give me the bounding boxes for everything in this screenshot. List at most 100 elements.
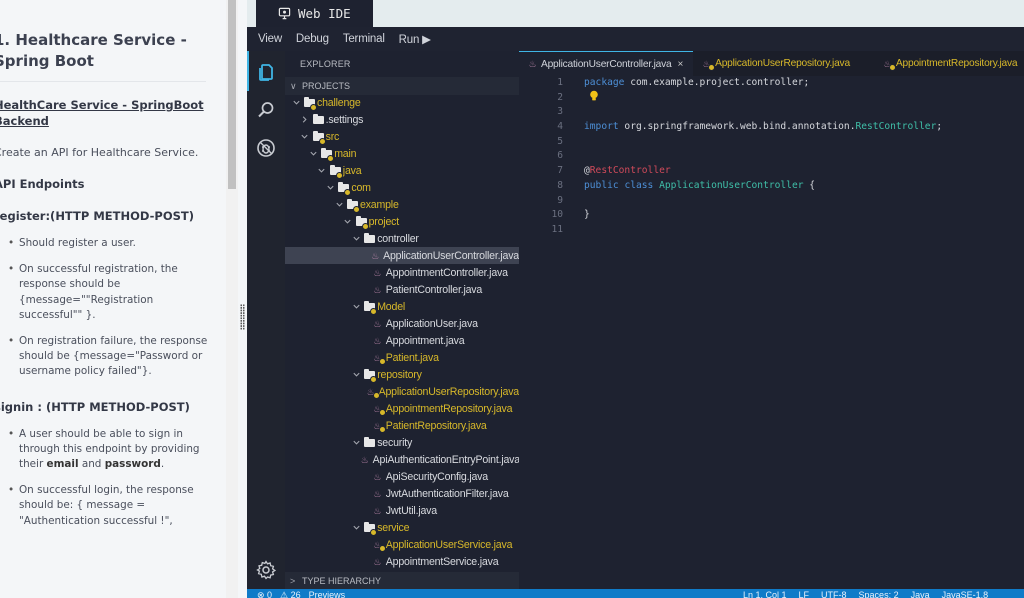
indentation[interactable]: Spaces: 2 <box>859 590 899 598</box>
editor-tab[interactable]: ♨ ApplicationUserController.java × <box>519 51 694 76</box>
tree-file[interactable]: ♨ AppointmentService.java <box>285 553 519 570</box>
code-line[interactable]: 4 import org.springframework.web.bind.ann… <box>519 120 1024 135</box>
chevron-down-icon <box>350 522 362 534</box>
debug-icon[interactable] <box>256 138 276 158</box>
tree-item-label: repository <box>377 368 422 381</box>
code-line[interactable]: 8 public class ApplicationUserController … <box>519 179 1024 194</box>
tree-folder[interactable]: service <box>285 519 519 536</box>
code-line[interactable]: 6 <box>519 149 1024 164</box>
previews-button[interactable]: Previews <box>309 590 346 598</box>
menu-terminal[interactable]: Terminal <box>343 33 385 45</box>
menu-run[interactable]: Run ▶ <box>399 32 431 46</box>
chevron-down-icon <box>299 131 311 143</box>
line-number: 6 <box>557 150 563 162</box>
folder-icon <box>347 198 360 213</box>
error-count[interactable]: ⊗ 0 <box>257 590 272 598</box>
folder-icon <box>364 521 378 536</box>
tree-file[interactable]: ♨ PatientController.java <box>285 281 519 298</box>
tree-file[interactable]: ♨ JwtUtil.java <box>285 502 519 519</box>
tree-file[interactable]: ♨ AppointmentController.java <box>285 264 519 281</box>
tree-folder[interactable]: Model <box>285 298 519 315</box>
tree-item-label: PatientController.java <box>385 283 483 296</box>
tree-folder[interactable]: src <box>285 128 519 145</box>
tree-file[interactable]: ♨ Appointment.java <box>285 332 519 349</box>
menu-debug[interactable]: Debug <box>296 33 329 45</box>
code-text: @RestController <box>584 164 671 179</box>
tree-file[interactable]: ♨ JwtAuthenticationFilter.java <box>285 485 519 502</box>
web-ide-tab[interactable]: Web IDE <box>256 0 373 27</box>
code-line[interactable]: 11 <box>519 223 1024 238</box>
code-area[interactable]: 1 package com.example.project.controller;… <box>519 76 1024 238</box>
pane-splitter[interactable] <box>238 0 247 598</box>
list-item: Should register a user. <box>8 236 214 251</box>
instructions-scrollbar-thumb[interactable] <box>228 0 236 189</box>
tree-file[interactable]: ♨ Patient.java <box>285 349 519 366</box>
type-hierarchy-section-header[interactable]: > TYPE HIERARCHY <box>285 572 519 589</box>
encoding[interactable]: UTF-8 <box>821 590 847 598</box>
code-line[interactable]: 10} <box>519 208 1024 223</box>
tree-folder[interactable]: com <box>285 179 519 196</box>
language-mode[interactable]: Java <box>911 590 930 598</box>
close-icon[interactable]: × <box>677 59 683 70</box>
tree-file[interactable]: ♨ ApiSecurityConfig.java <box>285 468 519 485</box>
cursor-position[interactable]: Ln 1, Col 1 <box>743 590 787 598</box>
register-heading: register:(HTTP METHOD-POST) <box>0 209 194 223</box>
chevron-down-icon <box>290 97 302 109</box>
code-line[interactable]: 7 @RestController <box>519 164 1024 179</box>
type-hierarchy-label: TYPE HIERARCHY <box>302 575 382 586</box>
code-text: import org.springframework.web.bind.anno… <box>584 120 942 135</box>
settings-icon[interactable] <box>256 560 276 580</box>
line-number: 3 <box>557 106 563 118</box>
tree-folder[interactable]: java <box>285 162 519 179</box>
tree-file[interactable]: ♨ ApiAuthenticationEntryPoint.java <box>285 451 520 468</box>
editor-tab[interactable]: ♨ AppointmentRepository.java <box>874 51 1024 76</box>
folder-icon <box>364 436 376 447</box>
tree-folder[interactable]: controller <box>285 230 519 247</box>
editor-tab[interactable]: ♨ ApplicationUserRepository.java <box>693 51 860 76</box>
tree-item-label: ApiSecurityConfig.java <box>385 470 488 483</box>
monitor-icon <box>278 7 291 20</box>
splitter-grip-icon[interactable] <box>240 304 245 330</box>
tree-folder[interactable]: main <box>285 145 519 162</box>
tree-file[interactable]: ♨ ApplicationUserController.java <box>285 247 519 264</box>
tree-item-label: src <box>325 130 340 143</box>
line-number: 4 <box>557 121 563 133</box>
warning-badge-icon <box>353 205 360 213</box>
tree-file[interactable]: ♨ PatientRepository.java <box>285 417 519 434</box>
tree-folder[interactable]: security <box>285 434 519 451</box>
search-icon[interactable] <box>256 100 276 120</box>
code-line[interactable]: 3 <box>519 105 1024 120</box>
tree-folder[interactable]: example <box>285 196 519 213</box>
folder-icon <box>364 300 378 315</box>
projects-section-header[interactable]: ∨ PROJECTS <box>285 77 519 95</box>
instructions-intro: Create an API for Healthcare Service. <box>0 146 199 159</box>
line-number: 1 <box>557 77 563 88</box>
code-line[interactable]: 9 <box>519 194 1024 209</box>
line-number: 5 <box>557 135 563 147</box>
folder-icon <box>329 164 343 179</box>
list-item: On registration failure, the response sh… <box>8 334 214 380</box>
line-ending[interactable]: LF <box>799 590 810 598</box>
instructions-pane: 1. Healthcare Service - Spring Boot Heal… <box>0 0 226 598</box>
warning-badge-icon <box>708 63 716 71</box>
tree-folder[interactable]: repository <box>285 366 519 383</box>
code-line[interactable]: 1 package com.example.project.controller; <box>519 76 1024 91</box>
tree-file[interactable]: ♨ AppointmentRepository.java <box>285 400 519 417</box>
code-text: package com.example.project.controller; <box>584 76 809 91</box>
tree-item-label: service <box>377 521 410 534</box>
code-line[interactable]: 2 <box>519 91 1024 106</box>
java-runtime[interactable]: JavaSE-1.8 <box>942 590 989 598</box>
menu-view[interactable]: View <box>258 33 282 45</box>
tree-folder[interactable]: challenge <box>285 94 519 111</box>
tree-file[interactable]: ♨ ApplicationUserService.java <box>285 536 519 553</box>
tree-file[interactable]: ♨ ApplicationUserRepository.java <box>285 383 519 400</box>
email-emphasis: email <box>46 458 79 471</box>
tree-folder[interactable]: .settings <box>285 111 519 128</box>
tree-file[interactable]: ♨ ApplicationUser.java <box>285 315 519 332</box>
code-line[interactable]: 5 <box>519 135 1024 150</box>
explorer-icon[interactable] <box>256 62 276 82</box>
tree-folder[interactable]: project <box>285 213 519 230</box>
warning-count[interactable]: ⚠ 26 <box>280 590 301 598</box>
